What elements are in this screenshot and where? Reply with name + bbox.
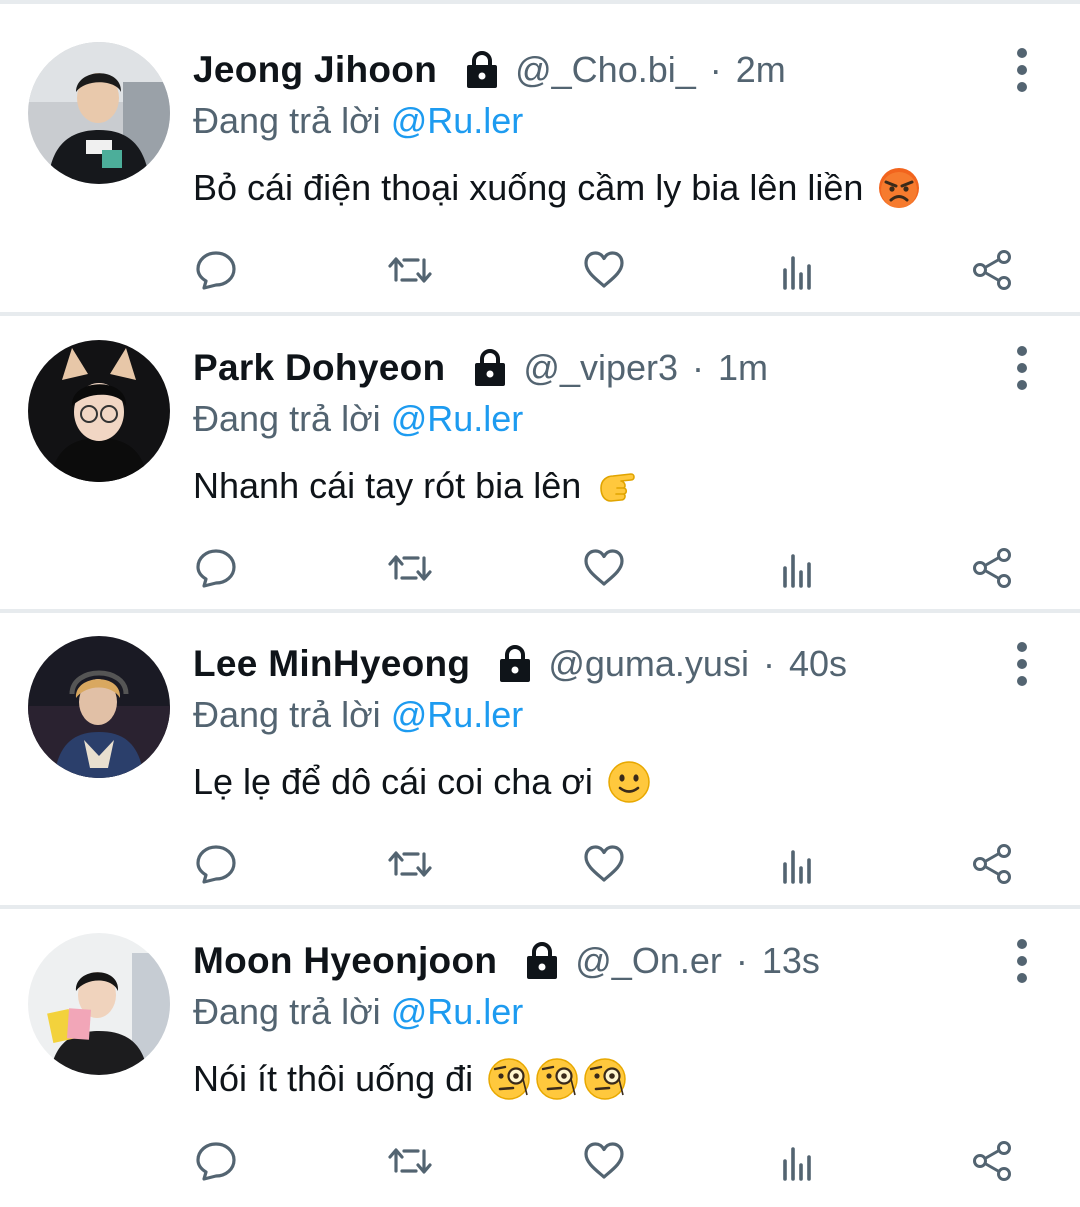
username-handle[interactable]: @guma.yusi <box>548 643 749 685</box>
tweet-actions <box>0 544 1080 594</box>
share-icon[interactable] <box>968 840 1016 888</box>
tweet-text-content: Nhanh cái tay rót bia lên <box>193 465 582 506</box>
tweet[interactable]: Lee MinHyeong @guma.yusi · 40s Đang trả … <box>0 612 1080 909</box>
tweet-text: Lẹ lẹ để dô cái coi cha ơi <box>193 760 651 804</box>
separator-dot: · <box>735 940 748 981</box>
tweet-header: Park Dohyeon @_viper3 · 1m <box>193 344 768 392</box>
tweet[interactable]: Park Dohyeon @_viper3 · 1m Đang trả lời … <box>0 316 1080 613</box>
replying-to-label: Đang trả lời <box>193 100 381 141</box>
timestamp[interactable]: 40s <box>789 643 847 685</box>
username-handle[interactable]: @_On.er <box>575 940 722 982</box>
share-icon[interactable] <box>968 246 1016 294</box>
reply-icon[interactable] <box>192 1137 240 1185</box>
replying-to-label: Đang trả lời <box>193 991 381 1032</box>
avatar[interactable] <box>28 636 170 778</box>
tweet-text: Bỏ cái điện thoại xuống cầm ly bia lên l… <box>193 166 921 210</box>
separator-dot: · <box>709 49 722 90</box>
heart-icon[interactable] <box>580 544 628 592</box>
views-icon[interactable] <box>774 1137 822 1185</box>
retweet-icon[interactable] <box>386 544 434 592</box>
mention-link[interactable]: @Ru.ler <box>391 991 524 1032</box>
tweet-text: Nói ít thôi uống đi <box>193 1057 627 1101</box>
tweet-text-content: Lẹ lẹ để dô cái coi cha ơi <box>193 761 593 802</box>
timestamp[interactable]: 1m <box>718 347 768 389</box>
replying-to: Đang trả lời @Ru.ler <box>193 991 523 1033</box>
tweet[interactable]: Jeong Jihoon @_Cho.bi_ · 2m Đang trả lời… <box>0 18 1080 316</box>
timestamp[interactable]: 2m <box>736 49 786 91</box>
retweet-icon[interactable] <box>386 1137 434 1185</box>
separator-dot: · <box>762 643 775 684</box>
more-vertical-icon[interactable] <box>1008 939 1036 983</box>
tweet-text-content: Bỏ cái điện thoại xuống cầm ly bia lên l… <box>193 167 864 208</box>
monocle-face-emoji <box>487 1057 531 1101</box>
tweet-header: Jeong Jihoon @_Cho.bi_ · 2m <box>193 46 786 94</box>
reply-icon[interactable] <box>192 840 240 888</box>
avatar[interactable] <box>28 42 170 184</box>
replying-to: Đang trả lời @Ru.ler <box>193 100 523 142</box>
reply-icon[interactable] <box>192 246 240 294</box>
username-handle[interactable]: @_Cho.bi_ <box>515 49 696 91</box>
heart-icon[interactable] <box>580 1137 628 1185</box>
tweet-actions <box>0 1137 1080 1187</box>
more-vertical-icon[interactable] <box>1008 346 1036 390</box>
pointing-hand-emoji <box>595 464 639 508</box>
username-handle[interactable]: @_viper3 <box>523 347 678 389</box>
avatar[interactable] <box>28 340 170 482</box>
reply-icon[interactable] <box>192 544 240 592</box>
avatar[interactable] <box>28 933 170 1075</box>
lock-icon <box>463 50 501 90</box>
lock-icon <box>496 644 534 684</box>
tweet-header: Moon Hyeonjoon @_On.er · 13s <box>193 937 820 985</box>
heart-icon[interactable] <box>580 840 628 888</box>
views-icon[interactable] <box>774 246 822 294</box>
views-icon[interactable] <box>774 544 822 592</box>
views-icon[interactable] <box>774 840 822 888</box>
monocle-face-emoji <box>583 1057 627 1101</box>
display-name[interactable]: Moon Hyeonjoon <box>193 940 497 982</box>
tweet-actions <box>0 246 1080 296</box>
tweet-text: Nhanh cái tay rót bia lên <box>193 464 639 508</box>
display-name[interactable]: Lee MinHyeong <box>193 643 470 685</box>
heart-icon[interactable] <box>580 246 628 294</box>
retweet-icon[interactable] <box>386 246 434 294</box>
mention-link[interactable]: @Ru.ler <box>391 694 524 735</box>
share-icon[interactable] <box>968 544 1016 592</box>
tweet-text-content: Nói ít thôi uống đi <box>193 1058 474 1099</box>
more-vertical-icon[interactable] <box>1008 642 1036 686</box>
tweet[interactable]: Moon Hyeonjoon @_On.er · 13s Đang trả lờ… <box>0 909 1080 1207</box>
slight-smile-emoji <box>607 760 651 804</box>
tweet-header: Lee MinHyeong @guma.yusi · 40s <box>193 640 847 688</box>
display-name[interactable]: Jeong Jihoon <box>193 49 437 91</box>
share-icon[interactable] <box>968 1137 1016 1185</box>
angry-face-emoji <box>877 166 921 210</box>
separator-dot: · <box>692 347 705 388</box>
lock-icon <box>471 348 509 388</box>
top-divider <box>0 0 1080 4</box>
replying-to-label: Đang trả lời <box>193 694 381 735</box>
tweet-actions <box>0 840 1080 890</box>
display-name[interactable]: Park Dohyeon <box>193 347 445 389</box>
retweet-icon[interactable] <box>386 840 434 888</box>
mention-link[interactable]: @Ru.ler <box>391 398 524 439</box>
mention-link[interactable]: @Ru.ler <box>391 100 524 141</box>
timestamp[interactable]: 13s <box>762 940 820 982</box>
replying-to-label: Đang trả lời <box>193 398 381 439</box>
monocle-face-emoji <box>535 1057 579 1101</box>
replying-to: Đang trả lời @Ru.ler <box>193 694 523 736</box>
replying-to: Đang trả lời @Ru.ler <box>193 398 523 440</box>
lock-icon <box>523 941 561 981</box>
more-vertical-icon[interactable] <box>1008 48 1036 92</box>
